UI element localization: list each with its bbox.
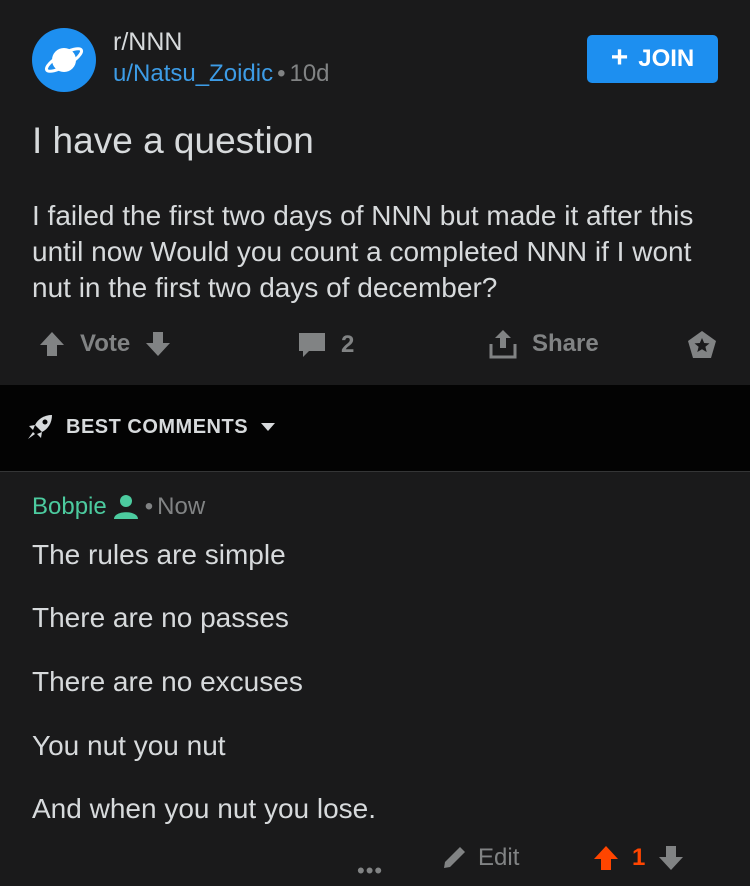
comments-button[interactable]: 2 — [297, 330, 354, 360]
post-age: 10d — [289, 60, 330, 87]
comment-count: 2 — [341, 331, 355, 358]
more-options-button[interactable]: ••• — [357, 858, 383, 884]
comment-line: You nut you nut — [32, 730, 226, 761]
comment-time: Now — [157, 493, 206, 520]
subreddit-avatar[interactable] — [32, 28, 96, 92]
join-label: JOIN — [638, 45, 695, 72]
comment-line: The rules are simple — [32, 539, 286, 570]
share-button[interactable]: Share — [488, 328, 599, 360]
downvote-icon[interactable] — [657, 844, 685, 872]
comment-author[interactable]: Bobpie — [32, 493, 107, 521]
upvote-icon[interactable] — [592, 844, 620, 872]
comment-separator: • — [144, 493, 154, 520]
award-icon — [688, 331, 716, 358]
subreddit-name[interactable]: r/NNN — [113, 28, 182, 57]
edit-button[interactable]: Edit — [440, 844, 519, 872]
plus-icon: + — [610, 40, 629, 74]
post-actions: Vote 2 Share — [0, 320, 750, 370]
downvote-icon[interactable] — [144, 330, 172, 358]
comment-vote-control: 1 — [592, 844, 685, 872]
share-label: Share — [532, 330, 599, 357]
upvote-icon[interactable] — [38, 330, 66, 358]
comment-line: There are no excuses — [32, 666, 303, 697]
post-card: r/NNN u/Natsu_Zoidic • 10d + JOIN I have a… — [0, 0, 750, 385]
join-button[interactable]: + JOIN — [587, 35, 718, 83]
comment-actions: ••• Edit 1 — [0, 838, 750, 883]
comment-line: There are no passes — [32, 602, 289, 633]
post-body: I failed the first two days of NNN but m… — [32, 200, 694, 303]
award-button[interactable] — [686, 329, 718, 361]
comment-line: And when you nut you lose. — [32, 793, 377, 824]
user-icon — [113, 495, 138, 519]
comment-sort-bar: BEST COMMENTS — [0, 385, 750, 472]
sort-label: BEST COMMENTS — [66, 415, 249, 438]
meta-separator: • — [277, 60, 286, 87]
post-meta: u/Natsu_Zoidic • 10d — [113, 60, 330, 88]
comment-score: 1 — [632, 844, 646, 871]
post-title: I have a question — [32, 120, 314, 161]
vote-control: Vote — [38, 330, 172, 358]
vote-label: Vote — [80, 330, 131, 357]
comment-meta: Bobpie • Now — [32, 493, 205, 521]
sort-dropdown[interactable]: BEST COMMENTS — [26, 413, 276, 441]
edit-label: Edit — [478, 844, 520, 871]
rocket-icon — [28, 415, 52, 439]
comment: Bobpie • Now The rules are simple There … — [0, 473, 750, 886]
pencil-icon — [444, 847, 465, 868]
post-author[interactable]: u/Natsu_Zoidic — [113, 60, 273, 87]
planet-icon — [44, 47, 84, 73]
share-icon — [489, 330, 517, 359]
chevron-down-icon — [261, 423, 276, 431]
comment-icon — [299, 333, 325, 357]
